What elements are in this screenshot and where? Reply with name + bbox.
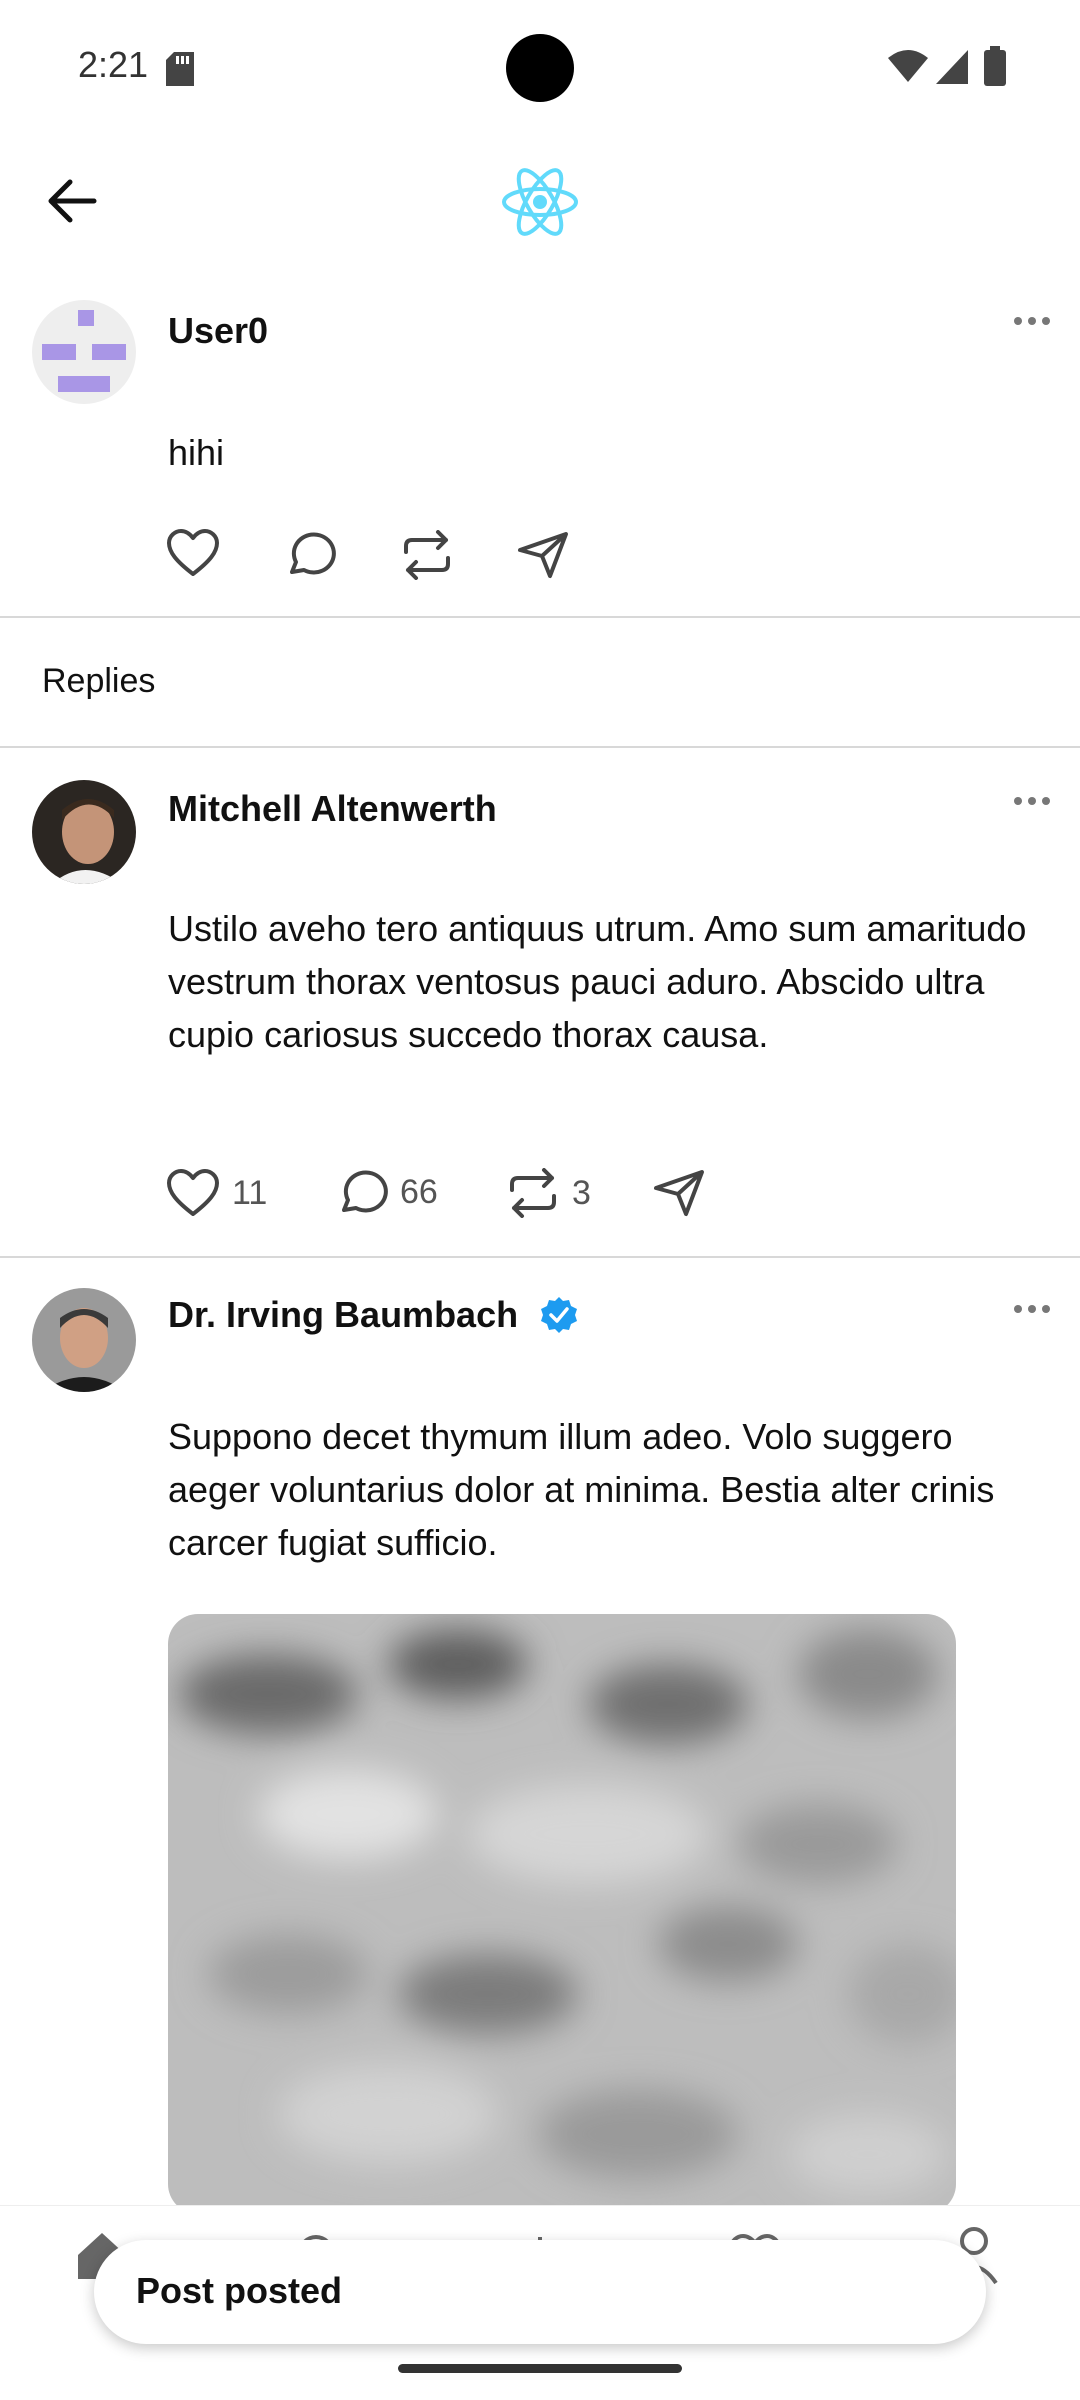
home-indicator[interactable] xyxy=(398,2364,682,2373)
author-name[interactable]: User0 xyxy=(168,310,268,352)
more-options-icon[interactable] xyxy=(1012,1302,1052,1316)
heart-icon[interactable] xyxy=(166,528,220,578)
replies-header: Replies xyxy=(0,618,1080,746)
reply-item: Dr. Irving Baumbach Suppono decet thymum… xyxy=(0,1258,1080,2214)
reply-text: Ustilo aveho tero antiquus utrum. Amo su… xyxy=(168,908,1027,1055)
verified-badge-icon xyxy=(541,1297,577,1333)
repost-count: 3 xyxy=(572,1173,591,1212)
author-name[interactable]: Mitchell Altenwerth xyxy=(168,788,497,830)
identicon-image xyxy=(42,310,126,392)
comment-icon xyxy=(342,1170,388,1213)
like-count: 11 xyxy=(232,1173,268,1212)
send-icon[interactable] xyxy=(652,1168,706,1218)
heart-icon xyxy=(167,1169,219,1216)
avatar[interactable] xyxy=(32,780,136,884)
repost-button[interactable]: 3 xyxy=(506,1168,591,1218)
comment-button[interactable]: 66 xyxy=(338,1168,438,1216)
sd-card-icon xyxy=(166,52,194,86)
post-text: hihi xyxy=(168,432,225,473)
repost-icon[interactable] xyxy=(400,530,454,580)
post-image[interactable] xyxy=(168,1614,956,2214)
repost-icon xyxy=(510,1168,556,1218)
react-logo-icon xyxy=(502,168,578,236)
blurred-photo xyxy=(168,1614,956,2214)
comment-icon[interactable] xyxy=(286,530,336,578)
header xyxy=(0,130,1080,280)
more-options-icon[interactable] xyxy=(1012,314,1052,328)
like-button[interactable]: 11 xyxy=(166,1168,267,1218)
battery-icon xyxy=(984,46,1006,86)
avatar[interactable] xyxy=(32,1288,136,1392)
avatar-photo xyxy=(32,1288,136,1392)
send-icon[interactable] xyxy=(516,530,570,580)
cellular-signal-icon xyxy=(936,50,968,84)
status-time: 2:21 xyxy=(78,44,149,85)
replies-label: Replies xyxy=(42,662,156,700)
reply-item: Mitchell Altenwerth Ustilo aveho tero an… xyxy=(0,748,1080,1256)
avatar-photo xyxy=(32,780,136,884)
camera-cutout xyxy=(506,34,574,102)
wifi-icon xyxy=(888,50,928,82)
author-name[interactable]: Dr. Irving Baumbach xyxy=(168,1294,518,1336)
main-post: User0 hihi xyxy=(0,280,1080,616)
tab-bar-border xyxy=(0,2205,1080,2206)
avatar[interactable] xyxy=(32,300,136,404)
toast-message: Post posted xyxy=(136,2270,343,2311)
toast-notification: Post posted xyxy=(94,2240,986,2344)
more-options-icon[interactable] xyxy=(1012,794,1052,808)
status-bar: 2:21 xyxy=(0,0,1080,130)
reply-text: Suppono decet thymum illum adeo. Volo su… xyxy=(168,1416,995,1563)
comment-count: 66 xyxy=(400,1172,438,1211)
arrow-left-icon[interactable] xyxy=(46,178,98,224)
